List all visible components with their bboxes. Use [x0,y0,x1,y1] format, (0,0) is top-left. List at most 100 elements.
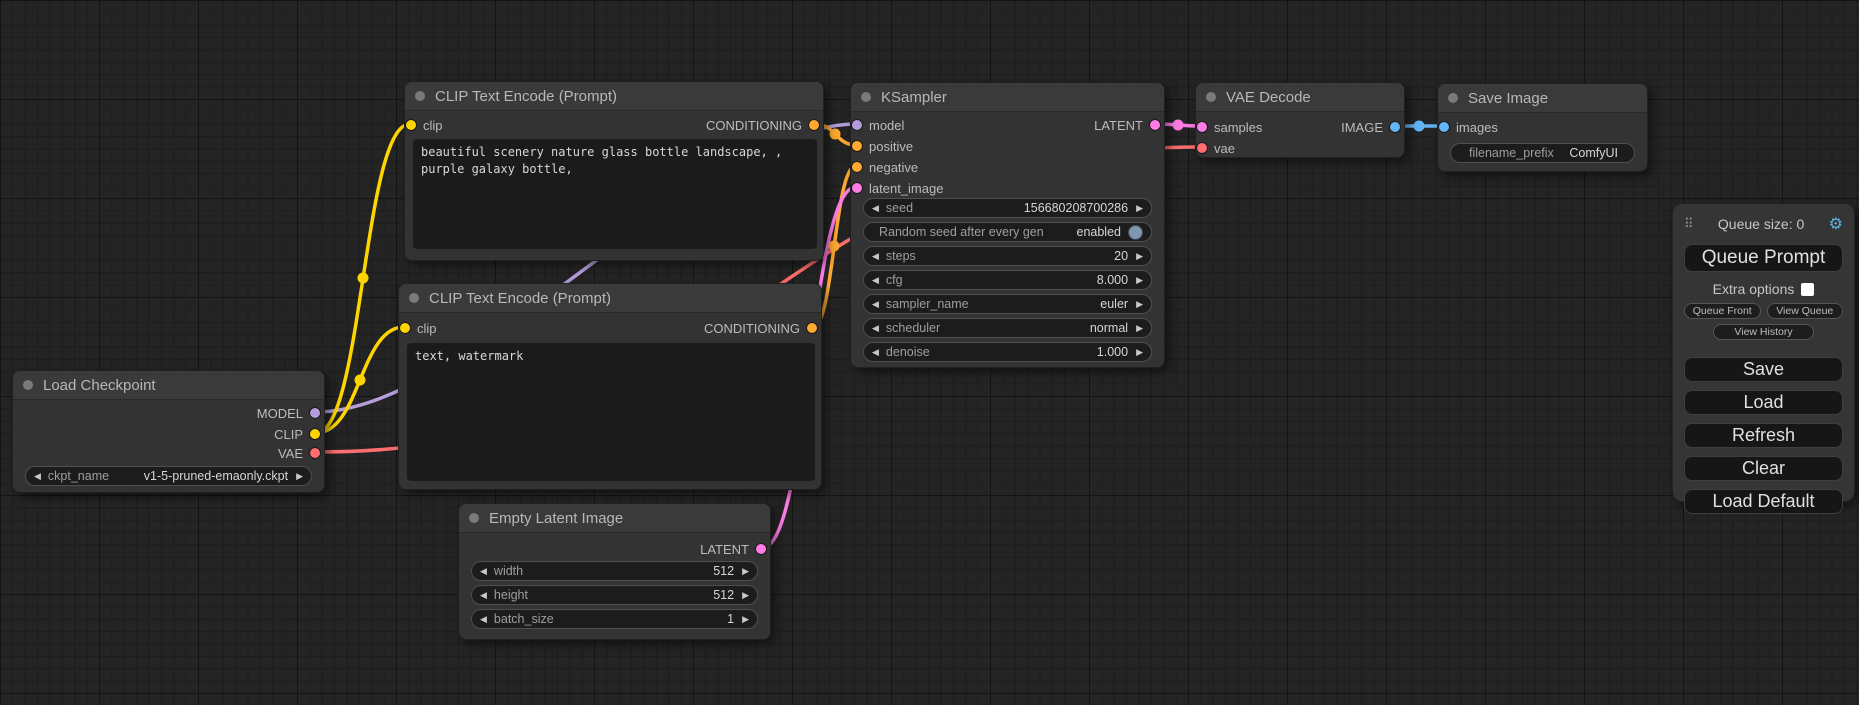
output-label-image: IMAGE [1341,120,1383,135]
load-button[interactable]: Load [1684,390,1843,415]
refresh-button[interactable]: Refresh [1684,423,1843,448]
positive-prompt-textarea[interactable]: beautiful scenery nature glass bottle la… [413,139,817,249]
steps-widget[interactable]: ◀ steps 20 ▶ [863,246,1152,266]
node-title-bar[interactable]: CLIP Text Encode (Prompt) [399,284,821,313]
input-port-positive-icon[interactable] [852,141,862,151]
widget-value: enabled [1077,225,1122,239]
increment-arrow-icon[interactable]: ▶ [742,567,749,576]
batch-size-widget[interactable]: ◀ batch_size 1 ▶ [471,609,758,629]
output-port-model-icon[interactable] [310,408,320,418]
decrement-arrow-icon[interactable]: ◀ [480,567,487,576]
clear-button[interactable]: Clear [1684,456,1843,481]
collapse-dot-icon[interactable] [415,91,425,101]
link-dot-clip-positive [358,273,369,284]
queue-prompt-button[interactable]: Queue Prompt [1684,244,1843,272]
node-title-bar[interactable]: Save Image [1438,84,1647,113]
seed-widget[interactable]: ◀ seed 156680208700286 ▶ [863,198,1152,218]
output-port-conditioning-icon[interactable] [807,323,817,333]
view-queue-button[interactable]: View Queue [1767,303,1844,319]
input-port-vae-icon[interactable] [1197,143,1207,153]
node-title-bar[interactable]: Load Checkpoint [13,371,324,400]
input-label-images: images [1456,120,1498,135]
queue-menu-panel: ⠿ Queue size: 0 ⚙ Queue Prompt Extra opt… [1672,203,1855,502]
random-seed-widget[interactable]: Random seed after every gen enabled [863,222,1152,242]
output-label-model: MODEL [257,406,303,421]
increment-arrow-icon[interactable]: ▶ [742,591,749,600]
negative-prompt-textarea[interactable]: text, watermark [407,343,815,481]
node-graph-canvas[interactable]: Load Checkpoint MODEL CLIP VAE ◀ ckpt_na… [0,0,1859,705]
input-port-model-icon[interactable] [852,120,862,130]
input-label-samples: samples [1214,120,1262,135]
cfg-widget[interactable]: ◀ cfg 8.000 ▶ [863,270,1152,290]
load-default-button[interactable]: Load Default [1684,489,1843,514]
output-port-vae-icon[interactable] [310,448,320,458]
widget-label: denoise [886,345,930,359]
node-ksampler[interactable]: KSampler model LATENT positive negative … [850,82,1165,368]
output-label-clip: CLIP [274,427,303,442]
node-title-bar[interactable]: KSampler [851,83,1164,112]
collapse-dot-icon[interactable] [469,513,479,523]
collapse-dot-icon[interactable] [1206,92,1216,102]
decrement-arrow-icon[interactable]: ◀ [872,252,879,261]
widget-label: filename_prefix [1469,146,1554,160]
increment-arrow-icon[interactable]: ▶ [1136,252,1143,261]
input-port-clip-icon[interactable] [406,120,416,130]
increment-arrow-icon[interactable]: ▶ [1136,324,1143,333]
input-port-samples-icon[interactable] [1197,122,1207,132]
queue-front-button[interactable]: Queue Front [1684,303,1761,319]
collapse-dot-icon[interactable] [1448,93,1458,103]
input-label-vae: vae [1214,141,1235,156]
output-port-image-icon[interactable] [1390,122,1400,132]
decrement-arrow-icon[interactable]: ◀ [872,300,879,309]
toggle-enabled-icon[interactable] [1128,225,1143,240]
node-save-image[interactable]: Save Image images filename_prefix ComfyU… [1437,83,1648,172]
height-widget[interactable]: ◀ height 512 ▶ [471,585,758,605]
filename-prefix-widget[interactable]: filename_prefix ComfyUI [1450,143,1635,163]
increment-arrow-icon[interactable]: ▶ [742,615,749,624]
input-port-latent-image-icon[interactable] [852,183,862,193]
collapse-dot-icon[interactable] [409,293,419,303]
collapse-dot-icon[interactable] [23,380,33,390]
increment-arrow-icon[interactable]: ▶ [1136,348,1143,357]
decrement-arrow-icon[interactable]: ◀ [34,472,41,481]
input-port-negative-icon[interactable] [852,162,862,172]
collapse-dot-icon[interactable] [861,92,871,102]
increment-arrow-icon[interactable]: ▶ [1136,204,1143,213]
input-port-clip-icon[interactable] [400,323,410,333]
node-empty-latent-image[interactable]: Empty Latent Image LATENT ◀ width 512 ▶ … [458,503,771,640]
decrement-arrow-icon[interactable]: ◀ [480,591,487,600]
save-button[interactable]: Save [1684,357,1843,382]
view-history-button[interactable]: View History [1713,324,1815,340]
denoise-widget[interactable]: ◀ denoise 1.000 ▶ [863,342,1152,362]
node-clip-text-encode-negative[interactable]: CLIP Text Encode (Prompt) clip CONDITION… [398,283,822,490]
width-widget[interactable]: ◀ width 512 ▶ [471,561,758,581]
node-title-bar[interactable]: Empty Latent Image [459,504,770,533]
increment-arrow-icon[interactable]: ▶ [296,472,303,481]
node-clip-text-encode-positive[interactable]: CLIP Text Encode (Prompt) clip CONDITION… [404,81,824,261]
widget-label: steps [886,249,916,263]
node-load-checkpoint[interactable]: Load Checkpoint MODEL CLIP VAE ◀ ckpt_na… [12,370,325,493]
gear-icon[interactable]: ⚙ [1829,214,1843,234]
output-port-conditioning-icon[interactable] [809,120,819,130]
output-port-clip-icon[interactable] [310,429,320,439]
decrement-arrow-icon[interactable]: ◀ [872,324,879,333]
increment-arrow-icon[interactable]: ▶ [1136,276,1143,285]
extra-options-checkbox[interactable] [1801,283,1814,296]
decrement-arrow-icon[interactable]: ◀ [872,204,879,213]
link-dot-samples [1173,120,1184,131]
output-port-latent-icon[interactable] [756,544,766,554]
node-title-bar[interactable]: VAE Decode [1196,83,1404,112]
output-port-latent-icon[interactable] [1150,120,1160,130]
sampler-name-widget[interactable]: ◀ sampler_name euler ▶ [863,294,1152,314]
drag-handle-icon[interactable]: ⠿ [1684,216,1694,232]
decrement-arrow-icon[interactable]: ◀ [480,615,487,624]
decrement-arrow-icon[interactable]: ◀ [872,276,879,285]
scheduler-widget[interactable]: ◀ scheduler normal ▶ [863,318,1152,338]
node-title-bar[interactable]: CLIP Text Encode (Prompt) [405,82,823,111]
decrement-arrow-icon[interactable]: ◀ [872,348,879,357]
ckpt-name-widget[interactable]: ◀ ckpt_name v1-5-pruned-emaonly.ckpt ▶ [25,466,312,486]
increment-arrow-icon[interactable]: ▶ [1136,300,1143,309]
widget-label: Random seed after every gen [879,225,1044,239]
input-port-images-icon[interactable] [1439,122,1449,132]
node-vae-decode[interactable]: VAE Decode samples IMAGE vae [1195,82,1405,158]
